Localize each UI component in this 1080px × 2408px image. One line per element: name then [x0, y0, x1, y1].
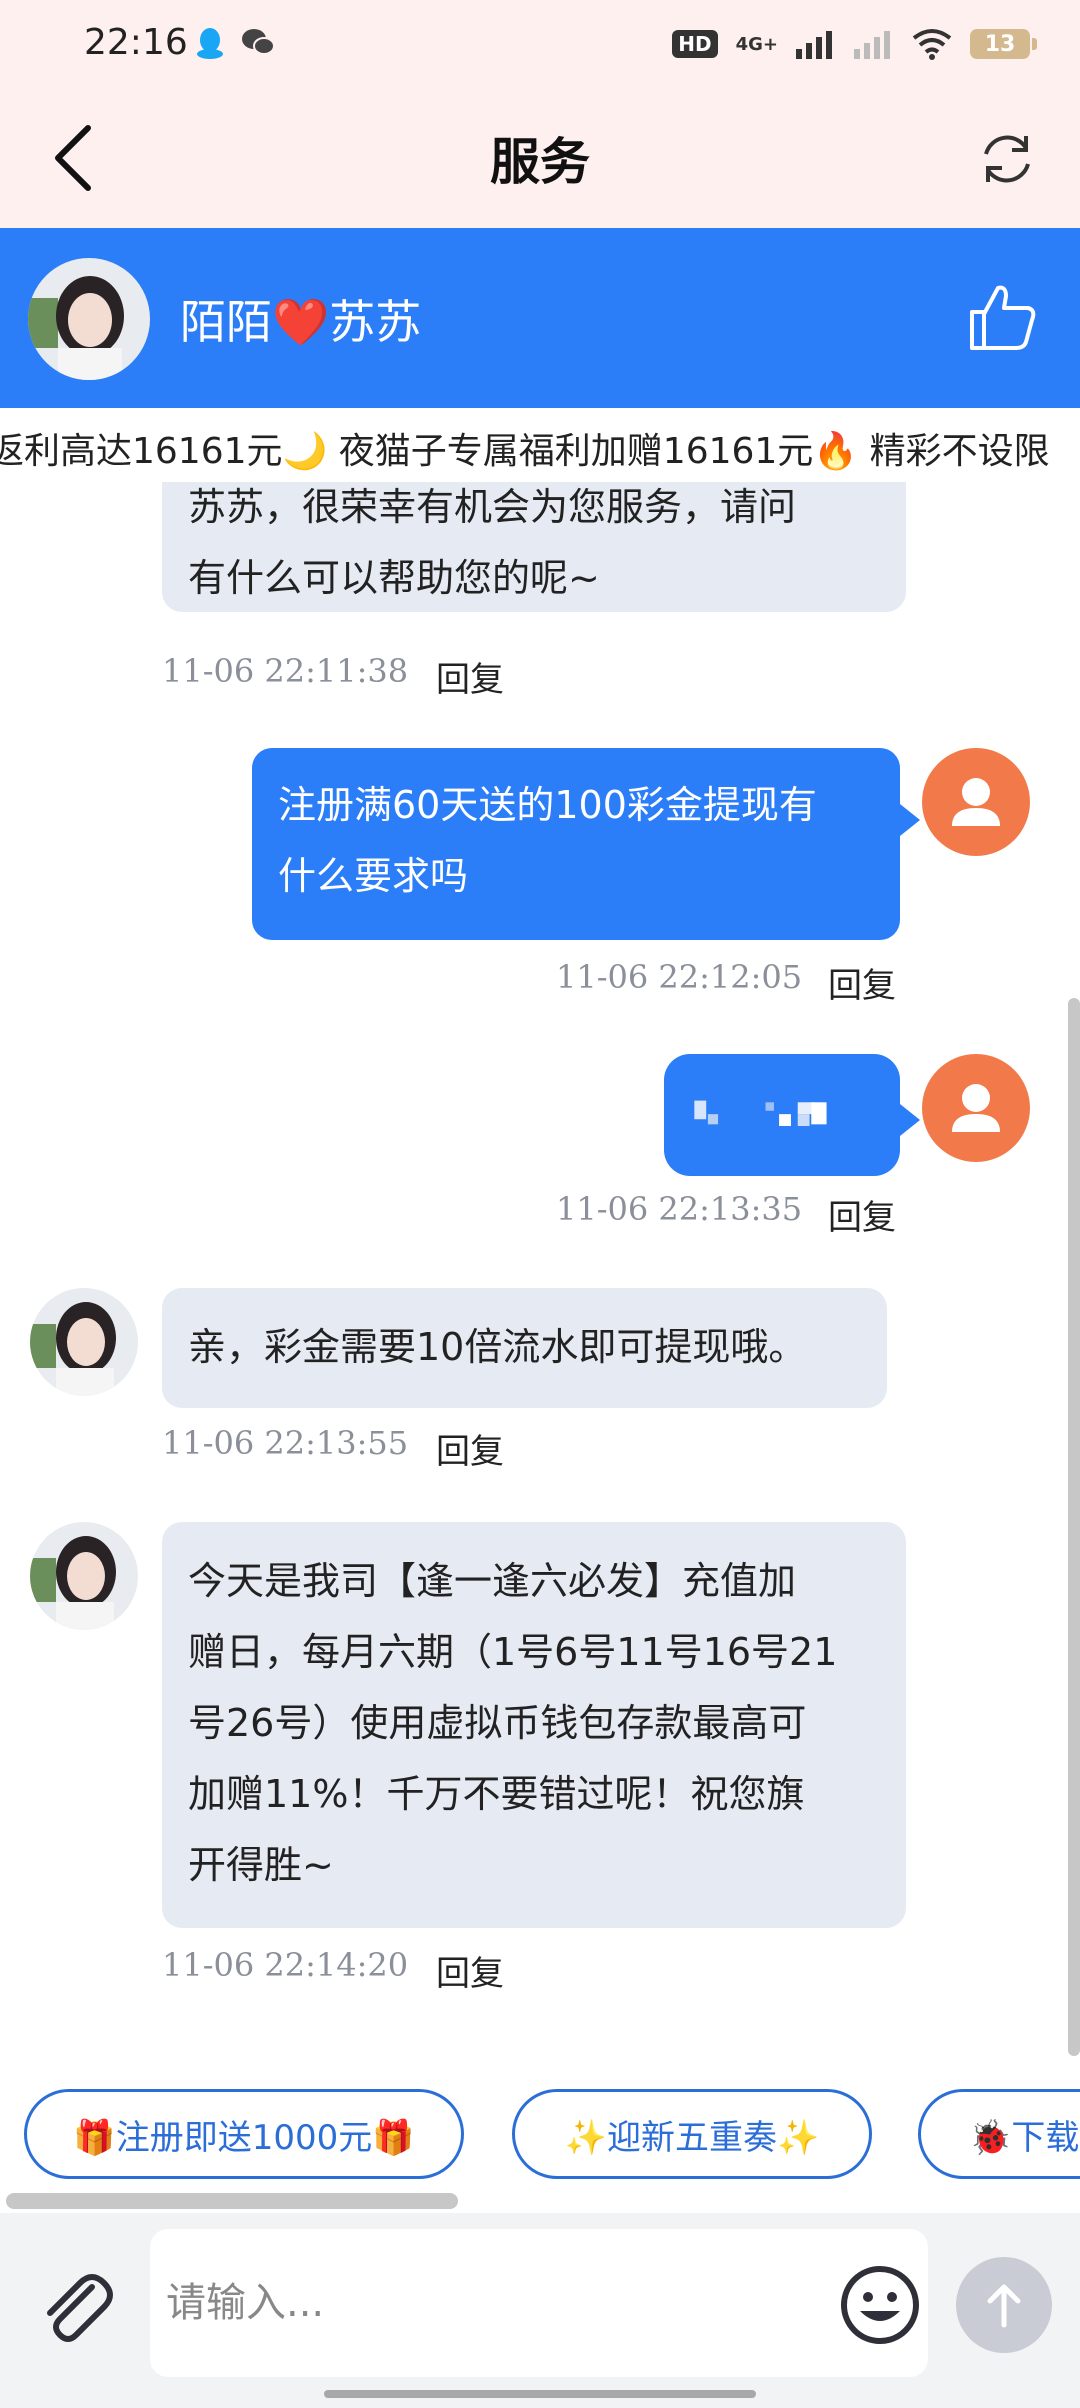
quick-chip-welcome[interactable]: ✨迎新五重奏✨: [512, 2089, 872, 2179]
user-icon: [952, 778, 1000, 826]
paperclip-icon[interactable]: [36, 2267, 116, 2347]
agent-name: 陌陌❤️苏苏: [180, 295, 422, 349]
signal-weak-icon: [854, 31, 890, 59]
user-icon: [952, 1084, 1000, 1132]
message-time: 11-06 22:13:55: [162, 1424, 409, 1462]
message-line: 注册满60天送的100彩金提现有: [278, 783, 817, 827]
user-avatar: [922, 1054, 1030, 1162]
send-button[interactable]: [956, 2257, 1052, 2353]
quick-reply-bar[interactable]: 🎁注册即送1000元🎁 ✨迎新五重奏✨ 🐞下载: [0, 2057, 1080, 2193]
bubble-tail: [900, 804, 920, 836]
status-time: 22:16: [84, 22, 188, 63]
chat-scrollbar[interactable]: [1068, 998, 1080, 2056]
message-bubble-incoming: 苏苏，很荣幸有机会为您服务，请问 有什么可以帮助您的呢~: [162, 482, 906, 612]
wechat-icon: [242, 29, 275, 55]
message-time: 11-06 22:13:35: [556, 1190, 803, 1228]
page-title: 服务: [490, 133, 590, 191]
home-indicator: [324, 2390, 756, 2398]
bubble-tail: [900, 1104, 920, 1136]
message-line: 什么要求吗: [278, 854, 469, 898]
message-time: 11-06 22:11:38: [162, 652, 409, 690]
message-line: 号26号）使用虚拟币钱包存款最高可: [188, 1701, 807, 1745]
chips-scrollbar[interactable]: [0, 2193, 1080, 2213]
message-time: 11-06 22:12:05: [556, 958, 803, 996]
message-line: 有什么可以帮助您的呢~: [188, 556, 600, 600]
hd-badge: HD: [672, 30, 718, 58]
reply-button[interactable]: 回复: [828, 958, 896, 1007]
message-line: 亲，彩金需要10倍流水即可提现哦。: [188, 1325, 807, 1369]
message-line: 赠日，每月六期（1号6号11号16号21: [188, 1630, 838, 1674]
quick-chip-register-bonus[interactable]: 🎁注册即送1000元🎁: [24, 2089, 464, 2179]
battery-indicator: 13: [970, 29, 1037, 59]
emoji-icon[interactable]: [838, 2263, 922, 2347]
send-arrow-icon: [987, 2284, 1021, 2328]
top-nav: 服务: [0, 88, 1080, 228]
qq-icon: [197, 28, 223, 59]
reply-button[interactable]: 回复: [828, 1190, 896, 1239]
chat-area[interactable]: 苏苏，很荣幸有机会为您服务，请问 有什么可以帮助您的呢~ 11-06 22:11…: [0, 482, 1080, 2057]
message-bubble-outgoing-image: [664, 1054, 900, 1176]
network-type: 4G+: [735, 33, 778, 55]
message-bubble-incoming: 亲，彩金需要10倍流水即可提现哦。: [162, 1288, 887, 1408]
chips-scrollbar-thumb[interactable]: [6, 2193, 458, 2209]
thumbs-up-icon[interactable]: [966, 280, 1040, 354]
message-bubble-incoming: 今天是我司【逢一逢六必发】充值加 赠日，每月六期（1号6号11号16号21 号2…: [162, 1522, 906, 1928]
message-line: 今天是我司【逢一逢六必发】充值加: [188, 1559, 797, 1603]
input-bar: [0, 2213, 1080, 2408]
agent-avatar: [30, 1522, 138, 1630]
message-time: 11-06 22:14:20: [162, 1946, 409, 1984]
status-bar: 22:16 HD 4G+ 13: [0, 0, 1080, 88]
message-line: 苏苏，很荣幸有机会为您服务，请问: [188, 485, 797, 529]
marquee-text: 返利高达16161元🌙 夜猫子专属福利加赠16161元🔥 精彩不设限: [0, 431, 1050, 472]
agent-bar: 陌陌❤️苏苏: [0, 228, 1080, 408]
status-indicators: HD 4G+ 13: [672, 24, 1037, 64]
user-avatar: [922, 748, 1030, 856]
message-bubble-outgoing: 注册满60天送的100彩金提现有 什么要求吗: [252, 748, 900, 940]
blurred-content-icon: [694, 1100, 827, 1127]
agent-avatar: [28, 258, 150, 380]
wifi-icon: [912, 29, 952, 60]
announcement-marquee: 返利高达16161元🌙 夜猫子专属福利加赠16161元🔥 精彩不设限: [0, 408, 1080, 482]
reply-button[interactable]: 回复: [436, 1946, 504, 1995]
message-line: 加赠11%！千万不要错过呢！祝您旗: [188, 1772, 805, 1816]
message-input[interactable]: [150, 2229, 928, 2377]
reply-button[interactable]: 回复: [436, 652, 504, 701]
agent-avatar: [30, 1288, 138, 1396]
message-line: 开得胜~: [188, 1843, 334, 1887]
signal-icon: [796, 31, 832, 59]
refresh-icon[interactable]: [974, 126, 1040, 192]
quick-chip-download[interactable]: 🐞下载: [918, 2089, 1080, 2179]
reply-button[interactable]: 回复: [436, 1424, 504, 1473]
